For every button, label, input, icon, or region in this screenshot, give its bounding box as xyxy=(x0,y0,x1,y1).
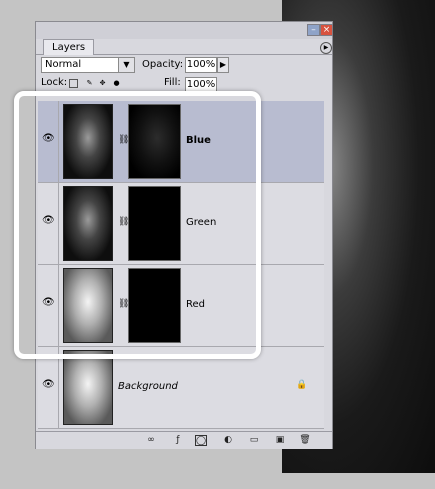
blend-mode-select[interactable]: Normal ▼ xyxy=(41,57,135,73)
layer-row-red[interactable]: 👁 ⛓ Red xyxy=(38,265,324,347)
visibility-cell[interactable]: 👁 xyxy=(38,101,59,182)
layer-row-blue[interactable]: 👁 ⛓ Blue xyxy=(38,101,324,183)
visibility-cell[interactable]: 👁 xyxy=(38,347,59,428)
blend-mode-value: Normal xyxy=(45,59,82,70)
layers-panel: – × Layers ▶ Normal ▼ Opacity: 100% ▶ Lo… xyxy=(35,21,333,449)
layer-name[interactable]: Green xyxy=(186,216,216,230)
layer-name[interactable]: Blue xyxy=(186,134,211,148)
adjustment-layer-icon[interactable]: ◐ xyxy=(222,435,234,446)
layer-name[interactable]: Red xyxy=(186,298,205,312)
lock-fill-row: Lock: ✎ ✥ ● Fill: 100% xyxy=(36,77,332,91)
layer-mask-thumbnail[interactable] xyxy=(128,268,181,343)
fill-label: Fill: xyxy=(164,77,181,88)
close-icon[interactable]: × xyxy=(320,24,333,36)
layer-name[interactable]: Background xyxy=(118,380,178,394)
fill-field[interactable]: 100% xyxy=(185,77,217,91)
new-layer-icon[interactable]: ▣ xyxy=(274,435,286,446)
lock-label: Lock: xyxy=(41,77,68,88)
layer-mask-thumbnail[interactable] xyxy=(128,104,181,179)
layer-style-icon[interactable]: ƒ xyxy=(172,435,184,446)
layer-row-background[interactable]: 👁 Background 🔒 xyxy=(38,347,324,429)
chain-link-icon[interactable]: ⛓ xyxy=(118,298,129,310)
panel-bottom-toolbar: ∞ ƒ ◯ ◐ ▭ ▣ 🗑 xyxy=(36,431,332,449)
opacity-field[interactable]: 100% xyxy=(185,57,217,73)
tab-bar: Layers ▶ xyxy=(36,39,332,55)
blend-opacity-row: Normal ▼ Opacity: 100% ▶ xyxy=(36,55,332,75)
lock-position-icon[interactable]: ✥ xyxy=(98,79,107,88)
lock-pixels-icon[interactable]: ✎ xyxy=(85,79,94,88)
opacity-slider-arrow-icon[interactable]: ▶ xyxy=(217,57,229,73)
visibility-cell[interactable]: 👁 xyxy=(38,183,59,264)
eye-icon[interactable]: 👁 xyxy=(42,134,55,144)
add-mask-icon[interactable]: ◯ xyxy=(195,435,207,446)
lock-transparency-icon[interactable] xyxy=(69,79,78,88)
trash-icon[interactable]: 🗑 xyxy=(299,435,311,446)
layer-thumbnail xyxy=(63,350,113,425)
lock-icon: 🔒 xyxy=(296,380,308,390)
chevron-down-icon[interactable]: ▼ xyxy=(118,58,134,72)
lock-all-icon[interactable]: ● xyxy=(112,79,121,88)
link-layers-icon[interactable]: ∞ xyxy=(145,435,157,446)
eye-icon[interactable]: 👁 xyxy=(42,216,55,226)
layer-row-green[interactable]: 👁 ⛓ Green xyxy=(38,183,324,265)
minimize-icon[interactable]: – xyxy=(307,24,320,36)
layers-list: 👁 ⛓ Blue 👁 ⛓ Green 👁 ⛓ Red 👁 Background … xyxy=(38,101,324,432)
layer-thumbnail xyxy=(63,104,113,179)
visibility-cell[interactable]: 👁 xyxy=(38,265,59,346)
layer-thumbnail xyxy=(63,186,113,261)
tab-layers[interactable]: Layers xyxy=(43,39,95,55)
opacity-label: Opacity: xyxy=(142,59,184,70)
panel-menu-icon[interactable]: ▶ xyxy=(320,42,332,54)
new-group-icon[interactable]: ▭ xyxy=(248,435,260,446)
chain-link-icon[interactable]: ⛓ xyxy=(118,134,129,146)
panel-titlebar[interactable]: – × xyxy=(36,22,333,39)
chain-link-icon[interactable]: ⛓ xyxy=(118,216,129,228)
eye-icon[interactable]: 👁 xyxy=(42,298,55,308)
layer-mask-thumbnail[interactable] xyxy=(128,186,181,261)
layer-thumbnail xyxy=(63,268,113,343)
eye-icon[interactable]: 👁 xyxy=(42,380,55,390)
